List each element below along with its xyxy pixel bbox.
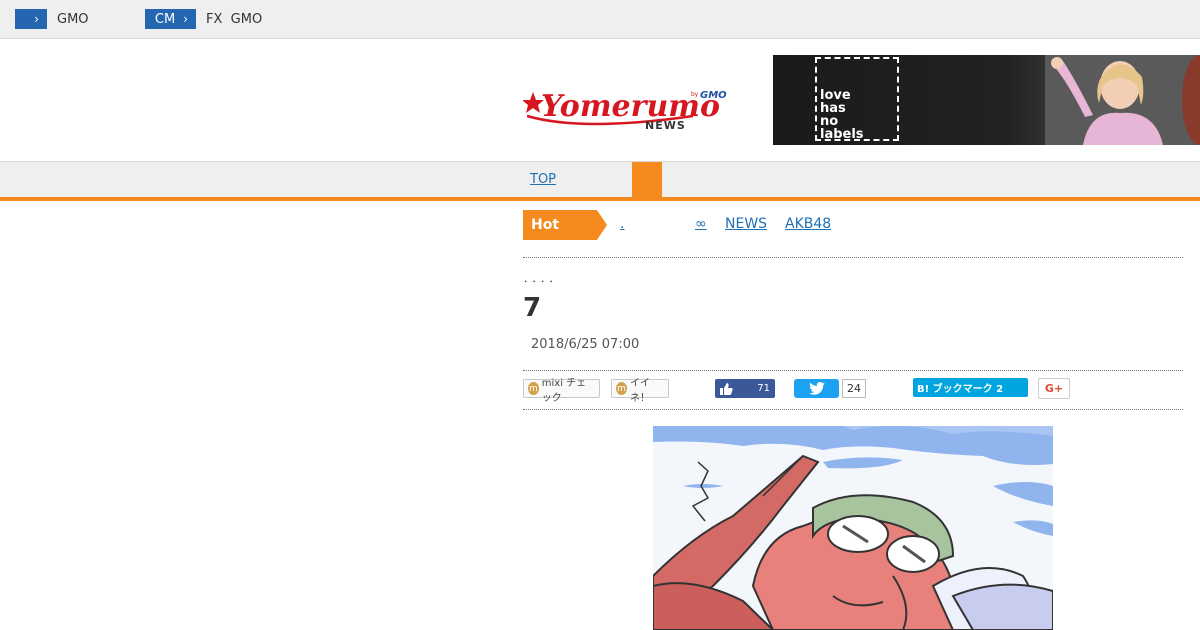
ad-banner[interactable]: love has no labels <box>773 55 1200 145</box>
hot-link[interactable]: NEWS <box>725 216 767 232</box>
chevron-right-icon: › <box>34 12 39 26</box>
mixi-check-label: mixi チェック <box>541 377 587 404</box>
twitter-count-box: 24 <box>842 379 866 398</box>
breadcrumb: ．．．． <box>523 272 563 285</box>
facebook-count: 71 <box>757 383 770 394</box>
article-title: 7 <box>523 293 542 323</box>
chevron-right-icon: › <box>183 12 188 26</box>
hot-link[interactable]: ∞ <box>695 216 707 232</box>
topbar-link-gmo[interactable]: › GMO <box>15 9 89 29</box>
mixi-icon: m <box>616 382 628 395</box>
yomerumo-logo[interactable]: Yomerumo by GMO NEWS <box>523 86 735 132</box>
logo-by-text: by <box>691 91 699 98</box>
google-plus-label: G+ <box>1044 382 1064 395</box>
topbar-cm-button[interactable]: CM › <box>145 9 196 29</box>
nav-underline <box>0 197 1200 201</box>
hatena-bookmark-button[interactable]: B! ブックマーク 2 <box>913 378 1028 397</box>
article-illustration <box>653 426 1053 630</box>
nav-top-link[interactable]: TOP <box>530 172 556 187</box>
logo-gmo-text: GMO <box>700 90 727 101</box>
twitter-tweet-button[interactable] <box>794 379 839 398</box>
nav-active-tab[interactable] <box>632 162 662 197</box>
mixi-iine-button[interactable]: m イイネ！ <box>611 378 669 404</box>
facebook-like-button[interactable]: 71 <box>715 379 775 398</box>
banner-child-photo <box>1045 55 1200 145</box>
hatena-label: B! ブックマーク 2 <box>917 384 1004 395</box>
hot-label: Hot <box>523 210 607 240</box>
article-date: 2018/6/25 07:00 <box>531 337 640 352</box>
topbar-link-fx-gmo[interactable]: CM › FX GMO <box>145 9 262 29</box>
divider <box>523 370 1183 371</box>
mixi-icon: m <box>528 382 539 395</box>
mixi-iine-label: イイネ！ <box>630 377 651 404</box>
twitter-bird-icon <box>808 382 825 395</box>
hot-link[interactable]: . <box>620 216 624 232</box>
topbar-link-text[interactable]: FX GMO <box>206 12 262 27</box>
mixi-check-button[interactable]: m mixi チェック <box>523 378 600 404</box>
hot-link[interactable]: AKB48 <box>785 216 831 232</box>
google-plus-button[interactable]: G+ <box>1038 378 1070 399</box>
nav-bar: TOP <box>0 161 1200 201</box>
logo-news-text: NEWS <box>645 119 686 132</box>
site-header: Yomerumo by GMO NEWS love has no labels <box>0 39 1200 161</box>
top-bar: › GMO CM › FX GMO <box>0 0 1200 39</box>
topbar-link-text[interactable]: GMO <box>57 12 89 27</box>
topbar-button-label: CM <box>154 11 176 27</box>
divider <box>523 257 1183 258</box>
banner-text: love has no labels <box>820 88 864 142</box>
topbar-button[interactable]: › <box>15 9 47 29</box>
divider <box>523 409 1183 410</box>
twitter-count: 24 <box>842 379 866 398</box>
thumbs-up-icon <box>720 382 733 395</box>
